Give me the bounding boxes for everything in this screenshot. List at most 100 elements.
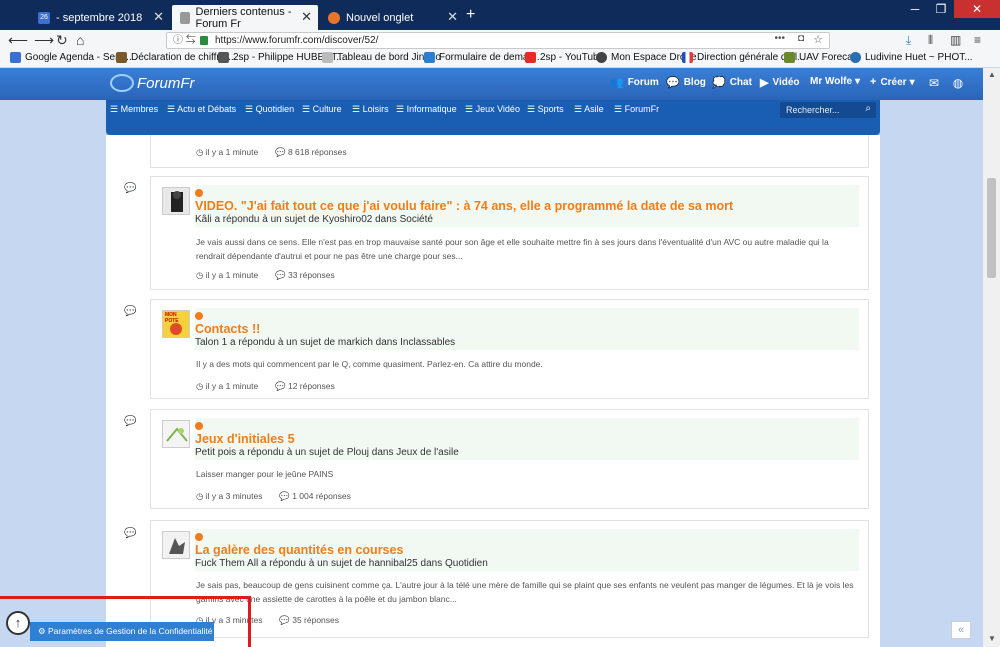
comment-icon: 💬 (124, 183, 137, 194)
reload-button[interactable]: ↻ (56, 31, 68, 49)
tab-forum[interactable]: Derniers contenus - Forum Fr ✕ (172, 5, 318, 30)
nav-create-menu[interactable]: + Créer ▾ (870, 76, 915, 88)
category-membres[interactable]: ☰ Membres (110, 104, 158, 115)
nav-video[interactable]: ▶ Vidéo (760, 76, 800, 89)
close-icon[interactable]: ✕ (153, 9, 164, 25)
category-bar-bottom (106, 121, 880, 135)
pocket-icon[interactable]: ◘ (798, 33, 804, 44)
caret-down-icon: ▾ (909, 76, 915, 88)
url-text[interactable]: https://www.forumfr.com/discover/52/ (215, 34, 378, 48)
plus-icon: + (870, 76, 877, 88)
category-quotidien[interactable]: ☰ Quotidien (245, 104, 294, 115)
post-excerpt: Laisser manger pour le jeûne PAINS (196, 469, 334, 479)
forward-button[interactable]: ⟶ (34, 31, 54, 49)
menu-icon[interactable]: ≡ (974, 33, 981, 47)
comment-icon: 💬 (124, 306, 137, 317)
avatar-image (169, 538, 185, 554)
scroll-down-icon[interactable]: ▼ (988, 634, 996, 643)
video-icon: ▶ (760, 77, 769, 89)
tab-new[interactable]: Nouvel onglet ✕ (320, 5, 464, 30)
unread-indicator (195, 312, 203, 320)
category-loisirs[interactable]: ☰ Loisirs (352, 104, 389, 115)
scrollbar-thumb[interactable] (987, 178, 996, 278)
post-title[interactable]: Jeux d'initiales 5 (195, 432, 295, 446)
avatar[interactable] (162, 420, 190, 448)
nav-user-menu[interactable]: Mr Wolfe ▾ (810, 76, 860, 87)
globe-icon (596, 52, 607, 63)
scroll-to-top-icon[interactable]: ↑ (6, 611, 30, 635)
avatar[interactable] (162, 187, 190, 215)
site-header: ForumFr 👥 Forum 💬 Blog 💭 Chat ▶ Vidéo Mr Wol… (0, 68, 983, 100)
home-icon[interactable]: ⌂ (76, 31, 84, 49)
download-icon[interactable]: ⤓ (906, 33, 911, 47)
browser-nav-bar: ⟵ ⟶ ↻ ⌂ ⓘ ⇆ https://www.forumfr.com/disc… (0, 30, 1000, 50)
browser-tab-bar: 26 - septembre 2018 ✕ Derniers contenus … (0, 0, 1000, 30)
post-meta: ◷ il y a 1 minute 💬 8 618 réponses (196, 147, 347, 157)
category-sports[interactable]: ☰ Sports (527, 104, 564, 115)
library-icon[interactable]: ⫴ (928, 33, 933, 47)
post-header: Jeux d'initiales 5 Petit pois a répondu … (195, 418, 859, 460)
comment-icon: 💬 (275, 147, 286, 157)
annotation-line (248, 596, 251, 647)
post-title[interactable]: VIDEO. "J'ai fait tout ce que j'ai voulu… (195, 199, 733, 213)
bookmark-item[interactable]: Ludivine Huet ~ PHOT... (850, 52, 973, 63)
close-icon[interactable]: ✕ (447, 9, 458, 25)
comment-icon: 💬 (124, 528, 137, 539)
category-culture[interactable]: ☰ Culture (302, 104, 342, 115)
maximize-button[interactable]: ❐ (928, 0, 954, 18)
post-header: Contacts !! Talon 1 a répondu à un sujet… (195, 308, 859, 350)
post-header: La galère des quantités en courses Fuck … (195, 529, 859, 571)
clock-icon: ◷ (196, 491, 204, 501)
bookmark-star-icon[interactable]: ☆ (813, 33, 823, 46)
clock-icon: ◷ (196, 147, 204, 157)
page-background-left (0, 100, 106, 647)
close-window-button[interactable]: ✕ (954, 0, 1000, 18)
bookmark-item[interactable]: Google Agenda - Sem... (10, 52, 132, 63)
page-background-right (880, 68, 983, 647)
back-button[interactable]: ⟵ (8, 31, 28, 49)
scroll-up-icon[interactable]: ▲ (988, 70, 996, 79)
tab-label: Derniers contenus - Forum Fr (195, 5, 292, 30)
category-forumfr[interactable]: ☰ ForumFr (614, 104, 659, 115)
search-input[interactable] (786, 104, 856, 116)
messages-icon[interactable]: ✉ (924, 74, 944, 92)
sidebar-icon[interactable]: ▥ (950, 33, 961, 47)
page-scrollbar[interactable]: ▲ ▼ (983, 68, 1000, 647)
annotation-line (0, 596, 250, 599)
privacy-settings-button[interactable]: ⚙ Paramètres de Gestion de la Confidenti… (30, 622, 214, 641)
unread-indicator (195, 189, 203, 197)
post-subtitle: Kâli a répondu à un sujet de Kyoshiro02 … (195, 214, 433, 225)
feed-item-partial: ◷ il y a 1 minute 💬 8 618 réponses (150, 135, 869, 168)
close-icon[interactable]: ✕ (301, 9, 312, 25)
nav-chat[interactable]: 💭 Chat (712, 76, 752, 89)
bookmark-item[interactable]: 2sp - YouTube (525, 52, 604, 63)
gear-icon: ⚙ (38, 626, 46, 636)
address-bar[interactable]: ⓘ ⇆ https://www.forumfr.com/discover/52/… (166, 32, 830, 49)
nav-forum[interactable]: 👥 Forum (610, 76, 659, 89)
minimize-button[interactable]: ─ (902, 0, 928, 18)
tab-label: - septembre 2018 (56, 11, 143, 24)
feed-item: La galère des quantités en courses Fuck … (150, 520, 869, 638)
info-icon[interactable]: ⓘ ⇆ (173, 33, 196, 48)
page-actions-icon[interactable]: ••• (774, 33, 785, 44)
flag-icon (682, 52, 693, 63)
collapse-sidebar-button[interactable]: « (951, 621, 971, 639)
category-asile[interactable]: ☰ Asile (574, 104, 604, 115)
site-logo[interactable]: ForumFr (110, 74, 195, 92)
post-title[interactable]: Contacts !! (195, 322, 260, 336)
avatar[interactable] (162, 531, 190, 559)
search-icon[interactable]: ⌕ (865, 103, 871, 114)
avatar[interactable]: MON POTE (162, 310, 190, 338)
category-jeux-video[interactable]: ☰ Jeux Vidéo (465, 104, 520, 115)
comment-icon: 💬 (666, 77, 680, 89)
new-tab-button[interactable]: + (466, 6, 475, 24)
comment-icon: 💬 (275, 381, 286, 391)
category-actu[interactable]: ☰ Actu et Débats (167, 104, 236, 115)
post-meta: ◷ il y a 1 minute 💬 12 réponses (196, 381, 335, 391)
tab-calendar[interactable]: 26 - septembre 2018 ✕ (30, 5, 170, 30)
nav-blog[interactable]: 💬 Blog (666, 76, 706, 89)
globe-icon[interactable]: ◍ (948, 74, 968, 92)
avatar-image (166, 427, 188, 442)
post-title[interactable]: La galère des quantités en courses (195, 543, 403, 557)
category-informatique[interactable]: ☰ Informatique (396, 104, 457, 115)
